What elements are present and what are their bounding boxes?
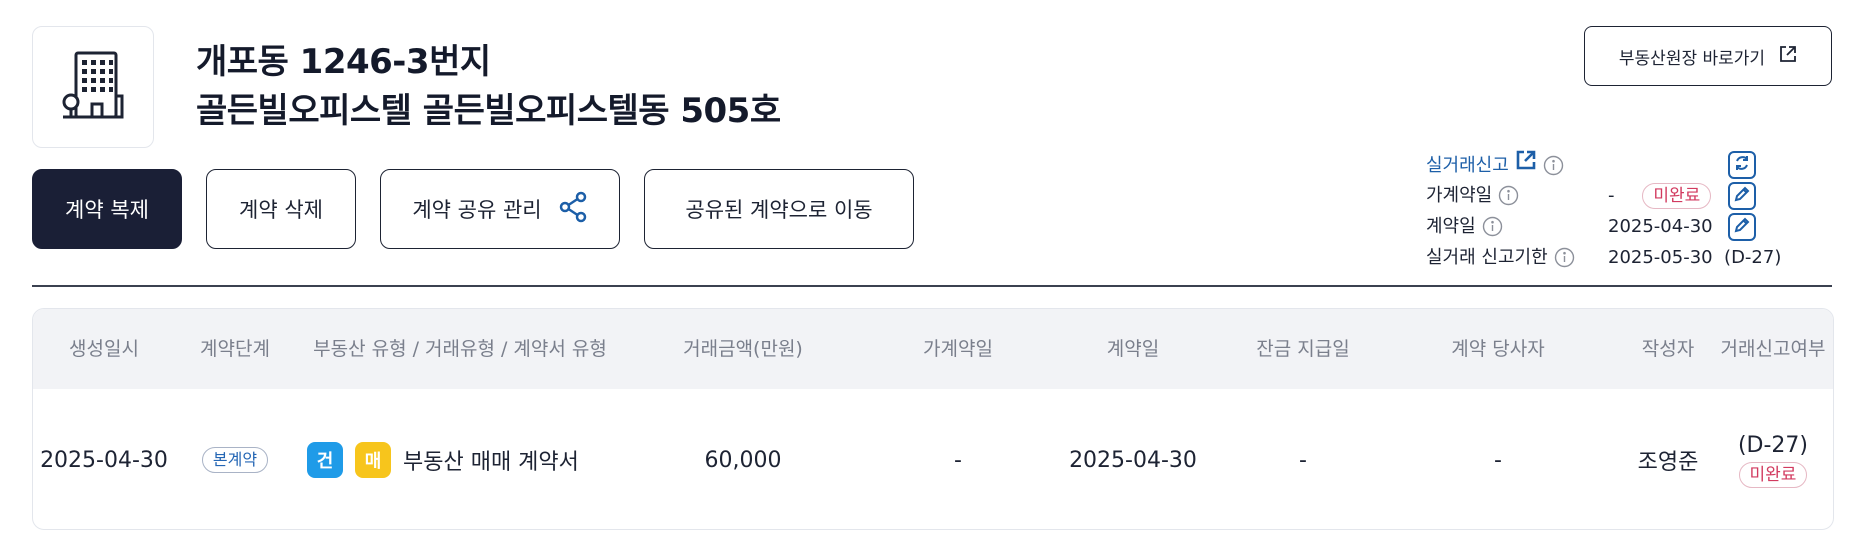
refresh-report-button[interactable] <box>1728 151 1756 179</box>
ledger-link-button[interactable]: 부동산원장 바로가기 <box>1584 26 1832 86</box>
share-manage-label: 계약 공유 관리 <box>412 198 542 222</box>
contract-label: 계약일 <box>1426 216 1476 237</box>
delete-contract-label: 계약 삭제 <box>239 198 323 222</box>
real-report-row: 실거래신고 미완료 <box>1426 149 1846 209</box>
contract-value: 2025-04-30 <box>1608 216 1713 237</box>
contract-row: 계약일 2025-04-30 <box>1426 211 1846 242</box>
provisional-row: 가계약일 - <box>1426 180 1846 211</box>
real-report-label: 실거래신고 <box>1426 154 1509 176</box>
section-divider <box>32 285 1832 287</box>
pencil-icon <box>1733 185 1751 207</box>
real-report-link[interactable]: 실거래신고 <box>1426 149 1564 181</box>
table-header: 생성일시 계약단계 부동산 유형 / 거래유형 / 계약서 유형 거래금액(만원… <box>33 309 1833 389</box>
provisional-label: 가계약일 <box>1426 185 1493 206</box>
external-link-icon <box>1779 45 1797 68</box>
header-created: 생성일시 <box>69 338 139 360</box>
address-line-1: 개포동 1246-3번지 <box>196 42 491 82</box>
contract-label-group: 계약일 <box>1426 211 1503 242</box>
header-amount: 거래금액(만원) <box>683 338 803 360</box>
duplicate-contract-label: 계약 복제 <box>65 198 149 222</box>
cell-parties: - <box>1494 447 1502 473</box>
cell-balance: - <box>1299 447 1307 473</box>
info-icon[interactable] <box>1482 216 1503 237</box>
delete-contract-button[interactable]: 계약 삭제 <box>206 169 356 249</box>
report-status-badge: 미완료 <box>1738 461 1808 488</box>
external-link-icon <box>1515 149 1537 181</box>
edit-contract-date-button[interactable] <box>1728 213 1756 241</box>
info-icon[interactable] <box>1498 185 1519 206</box>
header-parties: 계약 당사자 <box>1451 338 1545 360</box>
cell-amount: 60,000 <box>704 447 782 473</box>
building-icon <box>62 50 124 124</box>
cell-report: (D-27) 미완료 <box>1713 389 1833 529</box>
header-provisional: 가계약일 <box>923 338 993 360</box>
deadline-value: 2025-05-30 (D-27) <box>1608 247 1782 268</box>
contract-table: 생성일시 계약단계 부동산 유형 / 거래유형 / 계약서 유형 거래금액(만원… <box>32 308 1834 530</box>
header-types: 부동산 유형 / 거래유형 / 계약서 유형 <box>313 338 607 360</box>
cell-contract: 2025-04-30 <box>1069 447 1197 473</box>
header-contract: 계약일 <box>1106 338 1160 360</box>
pencil-icon <box>1733 216 1751 238</box>
cell-types: 건 매 부동산 매매 계약서 <box>307 389 627 529</box>
doc-type: 부동산 매매 계약서 <box>403 450 579 475</box>
edit-provisional-button[interactable] <box>1728 182 1756 210</box>
deadline-row: 실거래 신고기한 2025-05-30 (D-27) <box>1426 242 1846 273</box>
refresh-icon <box>1733 154 1751 176</box>
deal-type-chip: 매 <box>355 442 391 478</box>
info-icon[interactable] <box>1543 155 1564 176</box>
building-thumbnail <box>32 26 154 148</box>
deadline-label: 실거래 신고기한 <box>1426 247 1548 268</box>
duplicate-contract-button[interactable]: 계약 복제 <box>32 169 182 249</box>
cell-created: 2025-04-30 <box>40 447 168 473</box>
property-address: 개포동 1246-3번지 골든빌오피스텔 골든빌오피스텔동 505호 <box>196 38 781 136</box>
share-manage-button[interactable]: 계약 공유 관리 <box>380 169 620 249</box>
header-report: 거래신고여부 <box>1720 338 1826 360</box>
header-balance: 잔금 지급일 <box>1256 338 1350 360</box>
provisional-label-group: 가계약일 <box>1426 180 1519 211</box>
report-dday: (D-27) <box>1737 432 1809 458</box>
header-stage: 계약단계 <box>200 338 270 360</box>
cell-stage: 본계약 <box>175 389 295 529</box>
ledger-link-label: 부동산원장 바로가기 <box>1618 48 1766 69</box>
go-shared-contract-label: 공유된 계약으로 이동 <box>685 198 873 222</box>
info-icon[interactable] <box>1554 247 1575 268</box>
stage-badge: 본계약 <box>201 447 269 473</box>
property-type-chip: 건 <box>307 442 343 478</box>
deadline-label-group: 실거래 신고기한 <box>1426 242 1575 273</box>
go-shared-contract-button[interactable]: 공유된 계약으로 이동 <box>644 169 914 249</box>
provisional-value: - <box>1608 185 1615 206</box>
share-icon <box>558 191 588 228</box>
cell-provisional: - <box>954 447 962 473</box>
address-line-2: 골든빌오피스텔 골든빌오피스텔동 505호 <box>196 91 781 131</box>
report-info-panel: 실거래신고 미완료 가계약일 - 계약일 2025-04-30 실거래 신고기한… <box>1426 149 1846 273</box>
